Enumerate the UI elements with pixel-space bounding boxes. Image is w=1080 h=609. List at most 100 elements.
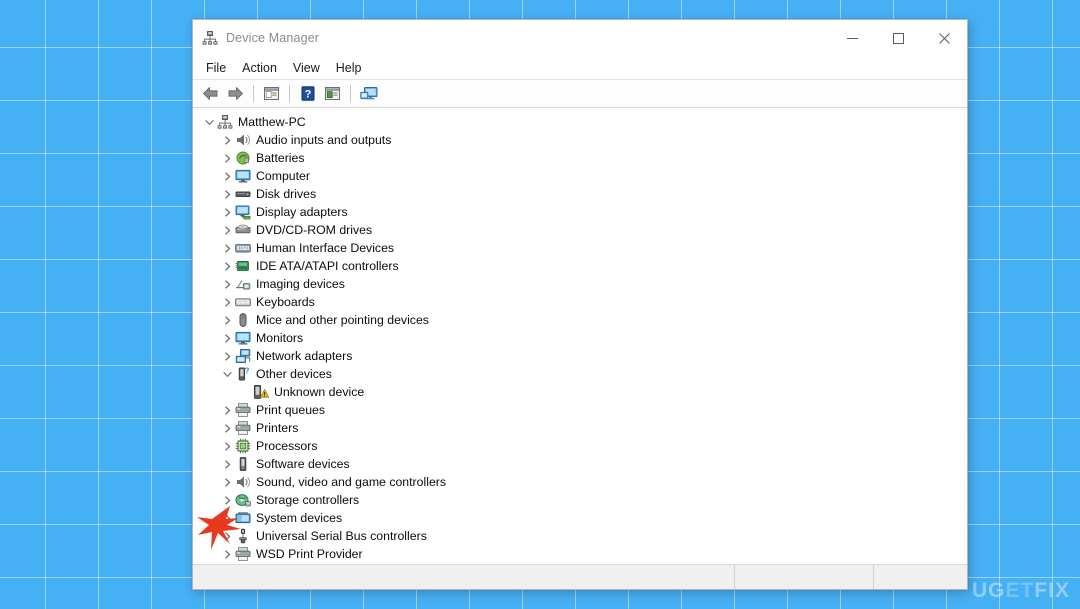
tree-row-label: Universal Serial Bus controllers [256,527,431,545]
tree-row-label: Matthew-PC [238,113,310,131]
tree-row[interactable]: Unknown device [193,383,967,401]
status-bar [193,564,967,589]
close-icon[interactable] [921,20,967,56]
tree-row[interactable]: Batteries [193,149,967,167]
tree-row[interactable]: Display adapters [193,203,967,221]
back-icon[interactable] [199,83,222,104]
dvd-drive-icon [235,222,251,238]
minimize-icon[interactable] [829,20,875,56]
tree-row[interactable]: Human Interface Devices [193,239,967,257]
tree-row[interactable]: Audio inputs and outputs [193,131,967,149]
chevron-right-icon[interactable] [219,316,235,325]
tree-row[interactable]: Print queues [193,401,967,419]
scan-hardware-icon[interactable] [357,83,380,104]
properties-icon[interactable] [260,83,283,104]
chevron-down-icon[interactable] [201,118,217,127]
sound-controller-icon [235,474,251,490]
chevron-right-icon[interactable] [219,514,235,523]
tree-row-label: Processors [256,437,322,455]
window-title: Device Manager [226,31,319,45]
display-adapter-icon [235,204,251,220]
tree-row[interactable]: Processors [193,437,967,455]
tree-row[interactable]: DVD/CD-ROM drives [193,221,967,239]
chevron-right-icon[interactable] [219,244,235,253]
chevron-right-icon[interactable] [219,172,235,181]
menu-item-view[interactable]: View [285,59,328,77]
tree-row[interactable]: Software devices [193,455,967,473]
status-pane-second [734,565,873,589]
tree-row[interactable]: Network adapters [193,347,967,365]
tree-row-label: Batteries [256,149,309,167]
chevron-right-icon[interactable] [219,442,235,451]
tree-row[interactable]: Mice and other pointing devices [193,311,967,329]
chevron-right-icon[interactable] [219,136,235,145]
tree-row[interactable]: Storage controllers [193,491,967,509]
forward-icon[interactable] [224,83,247,104]
tree-row-label: Storage controllers [256,491,363,509]
chevron-right-icon[interactable] [219,298,235,307]
chevron-right-icon[interactable] [219,532,235,541]
tree-row[interactable]: Disk drives [193,185,967,203]
software-device-icon [235,456,251,472]
menu-item-help[interactable]: Help [328,59,370,77]
device-manager-window: Device Manager File Action View Help [192,19,968,590]
titlebar-left-group: Device Manager [193,30,319,46]
tree-row-label: Keyboards [256,293,319,311]
other-device-icon: ? [235,366,251,382]
tree-row[interactable]: System devices [193,509,967,527]
chevron-right-icon[interactable] [219,406,235,415]
tree-row-label: Imaging devices [256,275,349,293]
chevron-right-icon[interactable] [219,190,235,199]
chevron-right-icon[interactable] [219,334,235,343]
tree-row[interactable]: Monitors [193,329,967,347]
window-titlebar[interactable]: Device Manager [193,20,967,56]
chevron-right-icon[interactable] [219,460,235,469]
update-driver-icon[interactable] [321,83,344,104]
svg-text:?: ? [304,88,311,100]
mouse-icon [235,312,251,328]
chevron-right-icon[interactable] [219,496,235,505]
tree-row-label: Other devices [256,365,336,383]
toolbar-separator-1 [253,85,254,102]
chevron-right-icon[interactable] [219,226,235,235]
tree-row[interactable]: Matthew-PC [193,113,967,131]
monitor-icon [235,168,251,184]
device-tree[interactable]: Matthew-PC Audio inputs and outputsBatte… [193,108,967,564]
tree-row[interactable]: Keyboards [193,293,967,311]
tree-row[interactable]: Imaging devices [193,275,967,293]
tree-row[interactable]: Universal Serial Bus controllers [193,527,967,545]
tree-row-label: WSD Print Provider [256,545,367,563]
tree-row[interactable]: Printers [193,419,967,437]
window-controls [829,20,967,56]
menu-item-action[interactable]: Action [234,59,285,77]
chevron-down-icon[interactable] [219,370,235,379]
unknown-device-warning-icon [253,384,269,400]
tree-row-label: IDE ATA/ATAPI controllers [256,257,403,275]
chevron-right-icon[interactable] [219,352,235,361]
tree-row-label: Monitors [256,329,307,347]
chevron-right-icon[interactable] [219,478,235,487]
tree-row-label: Unknown device [274,383,368,401]
help-icon[interactable]: ? [296,83,319,104]
printer-icon [235,546,251,562]
chevron-right-icon[interactable] [219,550,235,559]
tree-row[interactable]: IDE ATA/ATAPI controllers [193,257,967,275]
tree-row[interactable]: WSD Print Provider [193,545,967,563]
menu-item-file[interactable]: File [198,59,234,77]
chevron-right-icon[interactable] [219,208,235,217]
toolbar: ? [193,80,967,108]
tree-row[interactable]: Computer [193,167,967,185]
tree-row[interactable]: Sound, video and game controllers [193,473,967,491]
device-manager-icon [202,30,218,46]
chevron-right-icon[interactable] [219,424,235,433]
tree-row-label: Software devices [256,455,354,473]
watermark-suffix: FIX [1034,579,1070,602]
network-adapter-icon [235,348,251,364]
tree-row[interactable]: ? Other devices [193,365,967,383]
chevron-right-icon[interactable] [219,280,235,289]
tree-row-label: Display adapters [256,203,352,221]
chevron-right-icon[interactable] [219,154,235,163]
tree-row-label: Print queues [256,401,329,419]
chevron-right-icon[interactable] [219,262,235,271]
maximize-icon[interactable] [875,20,921,56]
